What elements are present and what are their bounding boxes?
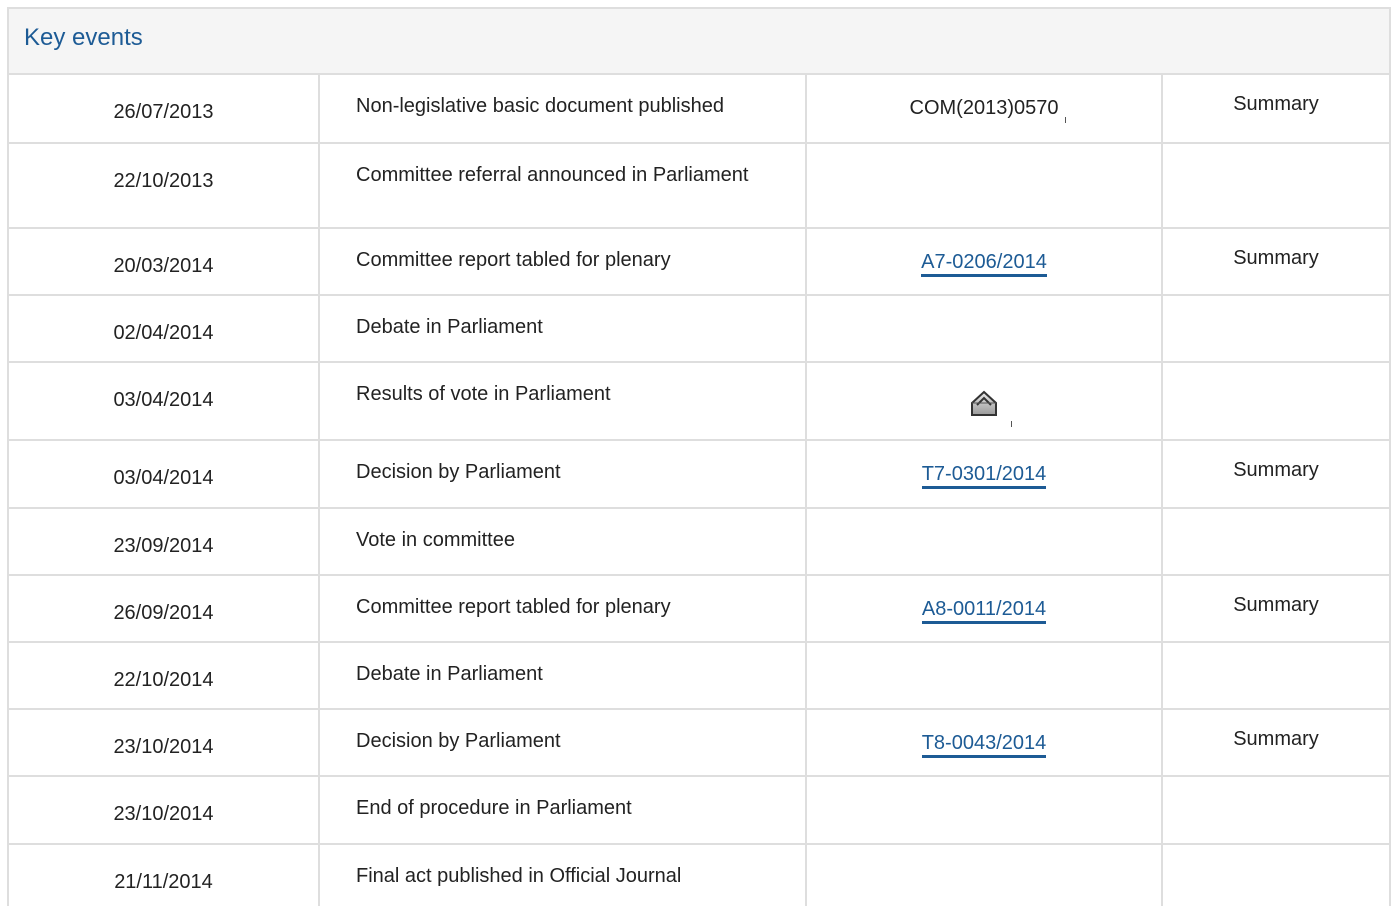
- event-summary: [1162, 776, 1389, 845]
- event-description: Final act published in Official Journal: [319, 844, 807, 906]
- document-reference-text: COM(2013)0570: [909, 97, 1059, 119]
- event-document: T8-0043/2014: [806, 709, 1163, 777]
- event-document: [806, 508, 1163, 576]
- ballot-box-icon[interactable]: [968, 389, 1012, 427]
- event-date: 22/10/2013: [9, 143, 320, 229]
- event-description: End of procedure in Parliament: [319, 776, 807, 845]
- key-events-table: 26/07/2013 Non-legislative basic document…: [9, 75, 1389, 906]
- event-date: 23/10/2014: [9, 709, 320, 777]
- table-row: 22/10/2013 Committee referral announced i…: [9, 143, 1389, 229]
- event-summary: [1162, 508, 1389, 576]
- event-description: Debate in Parliament: [319, 642, 807, 710]
- document-link[interactable]: A7-0206/2014: [921, 251, 1047, 277]
- table-row: 03/04/2014 Results of vote in Parliament: [9, 362, 1389, 441]
- event-description: Committee report tabled for plenary: [319, 575, 807, 643]
- table-row: 23/10/2014 End of procedure in Parliament: [9, 776, 1389, 845]
- table-row: 23/09/2014 Vote in committee: [9, 508, 1389, 576]
- table-row: 21/11/2014 Final act published in Officia…: [9, 844, 1389, 906]
- event-document: [806, 776, 1163, 845]
- key-events-table-body: 26/07/2013 Non-legislative basic document…: [9, 75, 1389, 906]
- event-summary: [1162, 295, 1389, 363]
- event-summary[interactable]: Summary: [1162, 709, 1389, 777]
- table-row: 26/07/2013 Non-legislative basic document…: [9, 75, 1389, 144]
- event-date: 22/10/2014: [9, 642, 320, 710]
- event-summary[interactable]: Summary: [1162, 575, 1389, 643]
- event-document: [806, 143, 1163, 229]
- panel-header: Key events: [9, 9, 1389, 75]
- event-description: Decision by Parliament: [319, 440, 807, 509]
- event-date: 21/11/2014: [9, 844, 320, 906]
- event-description: Committee report tabled for plenary: [319, 228, 807, 296]
- event-summary[interactable]: Summary: [1162, 440, 1389, 509]
- event-date: 23/10/2014: [9, 776, 320, 845]
- document-reference: COM(2013)0570: [909, 97, 1067, 123]
- event-summary: [1162, 642, 1389, 710]
- event-date: 03/04/2014: [9, 440, 320, 509]
- event-document: [806, 844, 1163, 906]
- table-row: 03/04/2014 Decision by Parliament T7-0301/…: [9, 440, 1389, 509]
- document-link[interactable]: T8-0043/2014: [921, 732, 1047, 758]
- event-document: [806, 295, 1163, 363]
- event-date: 23/09/2014: [9, 508, 320, 576]
- document-link[interactable]: A8-0011/2014: [921, 598, 1047, 624]
- table-row: 23/10/2014 Decision by Parliament T8-0043/…: [9, 709, 1389, 777]
- event-summary: [1162, 143, 1389, 229]
- event-document: [806, 642, 1163, 710]
- table-row: 22/10/2014 Debate in Parliament: [9, 642, 1389, 710]
- event-description: Non-legislative basic document published: [319, 75, 807, 144]
- event-document: T7-0301/2014: [806, 440, 1163, 509]
- event-description: Decision by Parliament: [319, 709, 807, 777]
- event-date: 02/04/2014: [9, 295, 320, 363]
- event-document: [806, 362, 1163, 441]
- event-description: Vote in committee: [319, 508, 807, 576]
- panel-title: Key events: [24, 24, 143, 51]
- event-summary: [1162, 844, 1389, 906]
- key-events-panel: Key events 26/07/2013 Non-legislative bas…: [7, 7, 1391, 906]
- event-description: Committee referral announced in Parliame…: [319, 143, 807, 229]
- table-row: 02/04/2014 Debate in Parliament: [9, 295, 1389, 363]
- document-link[interactable]: T7-0301/2014: [921, 463, 1047, 489]
- event-date: 26/07/2013: [9, 75, 320, 144]
- table-row: 20/03/2014 Committee report tabled for pl…: [9, 228, 1389, 296]
- event-summary[interactable]: Summary: [1162, 228, 1389, 296]
- event-date: 20/03/2014: [9, 228, 320, 296]
- event-document: A7-0206/2014: [806, 228, 1163, 296]
- event-description: Results of vote in Parliament: [319, 362, 807, 441]
- event-document: A8-0011/2014: [806, 575, 1163, 643]
- event-date: 26/09/2014: [9, 575, 320, 643]
- event-summary[interactable]: Summary: [1162, 75, 1389, 144]
- event-description: Debate in Parliament: [319, 295, 807, 363]
- event-summary: [1162, 362, 1389, 441]
- table-row: 26/09/2014 Committee report tabled for pl…: [9, 575, 1389, 643]
- event-document: COM(2013)0570: [806, 75, 1163, 144]
- event-date: 03/04/2014: [9, 362, 320, 441]
